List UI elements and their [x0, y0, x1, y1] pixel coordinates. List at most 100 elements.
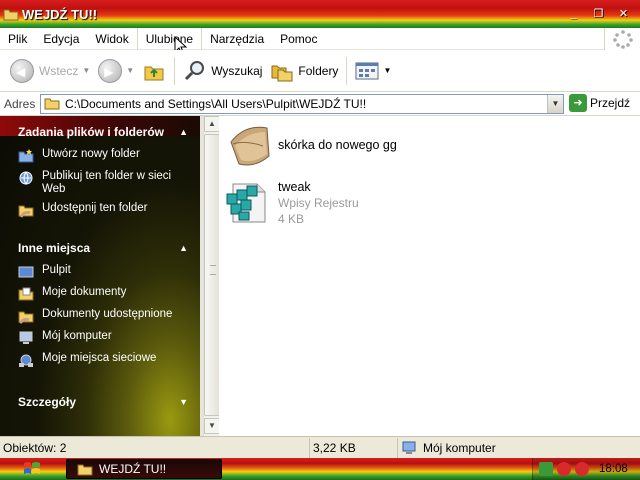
place-my-computer[interactable]: Mój komputer	[18, 330, 200, 346]
collapse-chevron-icon[interactable]: ▲	[179, 243, 188, 253]
windows-logo-throbber	[604, 28, 640, 50]
views-button[interactable]: ▼	[351, 54, 395, 88]
network-places-icon	[19, 354, 33, 367]
clock[interactable]: 18:08	[599, 463, 628, 475]
minimize-button[interactable]: _	[563, 6, 584, 22]
menu-pomoc[interactable]: Pomoc	[272, 28, 325, 50]
back-arrow-icon: ◀	[10, 58, 34, 83]
go-label: Przejdź	[590, 96, 631, 110]
scroll-up-button[interactable]: ▲	[204, 116, 220, 132]
file-item[interactable]: skórka do nowego gg	[225, 120, 397, 168]
menu-edycja[interactable]: Edycja	[35, 28, 87, 50]
up-folder-button[interactable]	[138, 54, 170, 88]
section-header-details[interactable]: Szczegóły ▼	[0, 386, 200, 418]
forward-arrow-icon: ▶	[98, 58, 123, 83]
status-size: 3,22 KB	[310, 437, 398, 458]
share-folder-icon	[18, 205, 34, 218]
publish-web-icon	[19, 171, 33, 185]
maximize-button[interactable]: ❐	[588, 6, 609, 22]
menu-bar: Plik Edycja Widok Ulubione Narzędzia Pom…	[0, 27, 640, 50]
folders-label: Foldery	[298, 63, 339, 78]
folder-icon	[3, 7, 19, 21]
collapse-chevron-icon[interactable]: ▲	[179, 127, 188, 137]
section-title: Zadania plików i folderów	[18, 125, 165, 139]
back-label: Wstecz	[39, 63, 79, 78]
place-shared-documents[interactable]: Dokumenty udostępnione	[18, 308, 200, 324]
status-location: Mój komputer	[398, 438, 640, 458]
file-name: tweak	[278, 180, 311, 194]
task-share-folder[interactable]: Udostępnij ten folder	[18, 202, 200, 218]
antivirus-tray-icon[interactable]	[575, 462, 589, 476]
toolbar-separator	[346, 56, 348, 85]
file-name: skórka do nowego gg	[278, 138, 397, 152]
title-bar[interactable]: WEJDŹ TU!! _ ❐ ✕	[0, 0, 640, 28]
search-button[interactable]: Wyszukaj	[179, 54, 266, 88]
address-input[interactable]: C:\Documents and Settings\All Users\Pulp…	[40, 94, 564, 114]
search-icon	[185, 60, 205, 80]
address-label: Adres	[4, 96, 36, 111]
go-button[interactable]: ➜ Przejdź	[569, 94, 630, 112]
place-my-documents[interactable]: Moje dokumenty	[18, 286, 200, 302]
section-header-file-tasks[interactable]: Zadania plików i folderów ▲	[0, 116, 200, 148]
scroll-down-button[interactable]: ▼	[204, 418, 220, 434]
close-button[interactable]: ✕	[613, 6, 634, 22]
taskbar: WEJDŹ TU!! 18:08	[0, 458, 640, 480]
place-desktop[interactable]: Pulpit	[18, 264, 200, 280]
task-pane: Zadania plików i folderów ▲ Utwórz nowy …	[0, 116, 200, 436]
folders-icon	[271, 65, 293, 81]
task-pane-scrollbar[interactable]: ▲ ▼	[203, 116, 220, 436]
expand-chevron-icon[interactable]: ▼	[179, 397, 188, 407]
menu-ulubione[interactable]: Ulubione	[136, 27, 203, 50]
shared-documents-icon	[18, 311, 34, 324]
desktop-icon	[18, 266, 34, 278]
network-tray-icon[interactable]	[539, 462, 553, 476]
system-tray: 18:08	[532, 458, 640, 480]
views-icon	[355, 62, 379, 79]
menu-plik[interactable]: Plik	[0, 28, 35, 50]
file-item[interactable]: tweak Wpisy Rejestru 4 KB	[225, 176, 359, 226]
search-label: Wyszukaj	[211, 63, 263, 78]
skin-file-icon	[225, 120, 273, 168]
status-bar: Obiektów: 2 3,22 KB Mój komputer	[0, 436, 640, 458]
toolbar: ◀ Wstecz ▼ ▶ ▼ Wyszukaj Foldery ▼	[0, 50, 640, 92]
task-publish-web[interactable]: Publikuj ten folder w sieci Web	[18, 170, 200, 196]
section-header-other-places[interactable]: Inne miejsca ▲	[0, 232, 200, 264]
scroll-thumb[interactable]	[204, 134, 220, 416]
task-new-folder[interactable]: Utwórz nowy folder	[18, 148, 200, 164]
toolbar-separator	[174, 56, 176, 85]
my-documents-icon	[18, 287, 34, 301]
security-alert-icon[interactable]	[557, 462, 571, 476]
new-folder-icon	[18, 149, 34, 163]
file-list: skórka do nowego gg tweak Wpisy Rejestru…	[219, 116, 640, 436]
address-bar: Adres C:\Documents and Settings\All User…	[0, 92, 640, 116]
folders-button[interactable]: Foldery	[266, 54, 342, 88]
windows-logo-icon	[24, 462, 40, 474]
views-dropdown-icon: ▼	[383, 66, 392, 75]
taskbar-window-button[interactable]: WEJDŹ TU!!	[66, 459, 222, 479]
taskbar-window-title: WEJDŹ TU!!	[99, 462, 167, 476]
address-path: C:\Documents and Settings\All Users\Pulp…	[65, 97, 367, 111]
place-network[interactable]: Moje miejsca sieciowe	[18, 352, 200, 368]
my-computer-icon	[19, 331, 33, 344]
registry-file-icon	[225, 176, 273, 224]
status-object-count: Obiektów: 2	[0, 437, 310, 458]
up-folder-icon	[144, 66, 164, 80]
go-arrow-icon: ➜	[569, 94, 587, 112]
forward-dropdown-icon[interactable]: ▼	[126, 66, 134, 75]
address-dropdown-icon[interactable]: ▼	[547, 95, 563, 113]
forward-button[interactable]: ▶ ▼	[94, 54, 138, 88]
menu-narzedzia[interactable]: Narzędzia	[202, 28, 272, 50]
window-title: WEJDŹ TU!!	[22, 6, 98, 22]
scroll-grip	[210, 265, 216, 275]
menu-widok[interactable]: Widok	[87, 28, 136, 50]
back-dropdown-icon[interactable]: ▼	[82, 66, 90, 75]
start-button[interactable]	[0, 458, 64, 480]
folder-icon	[44, 96, 60, 113]
section-title: Inne miejsca	[18, 241, 91, 255]
file-type: Wpisy Rejestru	[278, 196, 359, 210]
back-button[interactable]: ◀ Wstecz ▼	[6, 54, 94, 88]
folder-icon	[77, 464, 93, 476]
file-size: 4 KB	[278, 212, 305, 226]
my-computer-icon	[402, 441, 416, 454]
section-title: Szczegóły	[18, 395, 77, 409]
